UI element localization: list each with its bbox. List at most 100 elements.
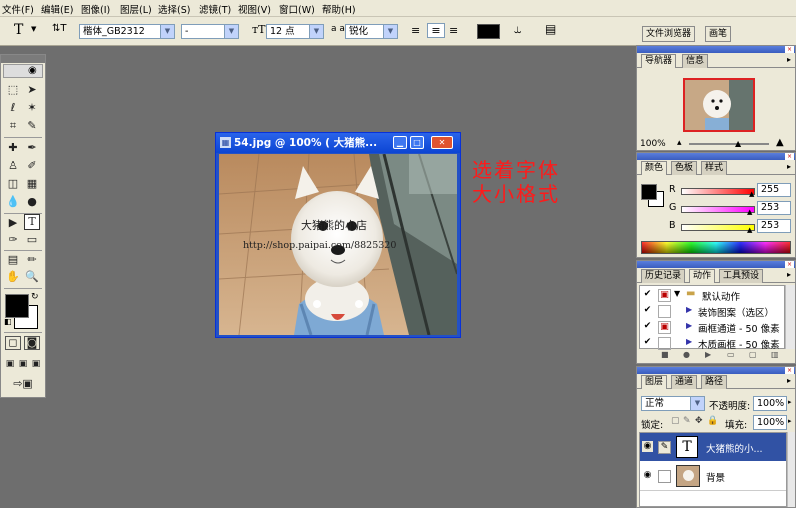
list-item[interactable]: ✔ ▣ ▶ 画框通道 - 50 像素 (640, 319, 784, 335)
fill-arrow-icon[interactable]: ▸ (788, 417, 792, 425)
dialog-toggle-icon[interactable]: ▣ (658, 289, 671, 302)
dialog-toggle-icon[interactable] (658, 305, 671, 318)
menu-window[interactable]: 窗口(W) (279, 2, 315, 16)
menu-help[interactable]: 帮助(H) (322, 2, 356, 16)
text-orientation-icon[interactable]: ⇅T (52, 23, 67, 34)
eraser-tool-icon[interactable]: ◫ (5, 176, 21, 192)
checkmark-icon[interactable]: ✔ (642, 321, 653, 332)
dodge-tool-icon[interactable]: ● (24, 194, 40, 210)
slider-thumb-icon[interactable]: ▲ (747, 208, 752, 216)
channel-value-input[interactable]: 255 (757, 183, 791, 197)
link-toggle-icon[interactable] (658, 470, 671, 483)
new-set-icon[interactable]: ▭ (727, 350, 735, 359)
channel-value-input[interactable]: 253 (757, 219, 791, 233)
close-icon[interactable]: × (785, 261, 794, 268)
zoom-in-icon[interactable]: ▲ (776, 137, 784, 148)
dialog-toggle-icon[interactable] (658, 337, 671, 350)
foreground-color-swatch[interactable] (5, 294, 29, 318)
marquee-tool-icon[interactable]: ⬚ (5, 82, 21, 98)
panel-menu-icon[interactable]: ▸ (787, 55, 791, 64)
brush-link-icon[interactable]: ✎ (658, 441, 671, 454)
palettes-toggle-icon[interactable]: ▤ (545, 22, 556, 36)
lock-transparency-icon[interactable]: ▢ (671, 416, 680, 426)
blend-mode-select[interactable]: 正常 ▼ (641, 396, 705, 411)
opacity-arrow-icon[interactable]: ▸ (788, 398, 792, 406)
menu-filter[interactable]: 滤镜(T) (199, 2, 231, 16)
channel-slider[interactable] (681, 224, 755, 231)
dialog-toggle-icon[interactable]: ▣ (658, 321, 671, 334)
preset-dropdown-arrow-icon[interactable]: ▼ (31, 25, 36, 33)
standard-mode-icon[interactable]: ◻ (5, 336, 21, 350)
text-tool-preset-icon[interactable]: T (14, 22, 23, 38)
panel-title-bar[interactable]: × (637, 153, 795, 160)
fill-input[interactable]: 100% (753, 415, 787, 430)
align-left-icon[interactable]: ≡ (411, 24, 420, 37)
list-item[interactable]: ✔ ▶ 木质画框 - 50 像素 (640, 335, 784, 351)
navigator-thumbnail[interactable] (683, 78, 755, 132)
tab-channels[interactable]: 通道 (671, 375, 698, 389)
zoom-slider[interactable] (689, 143, 769, 145)
tab-styles[interactable]: 样式 (701, 161, 728, 175)
zoom-slider-thumb[interactable]: ▲ (735, 139, 741, 148)
warp-text-icon[interactable]: ⥿ (514, 22, 521, 37)
font-size-select[interactable]: 12 点 ▼ (266, 24, 324, 39)
lasso-tool-icon[interactable]: ℓ (5, 100, 21, 116)
chevron-right-icon[interactable]: ▶ (686, 305, 692, 314)
magic-wand-icon[interactable]: ✶ (24, 100, 40, 116)
panel-title-bar[interactable]: × (637, 367, 795, 374)
align-right-icon[interactable]: ≡ (449, 24, 458, 37)
panel-menu-icon[interactable]: ▸ (787, 162, 791, 171)
lock-all-icon[interactable]: 🔒 (707, 416, 718, 426)
trash-icon[interactable]: ▥ (771, 350, 779, 359)
panel-menu-icon[interactable]: ▸ (787, 270, 791, 279)
eye-icon[interactable]: ◉ (642, 441, 653, 452)
lock-position-icon[interactable]: ✥ (695, 416, 703, 426)
font-style-select[interactable]: - ▼ (181, 24, 239, 39)
maximize-button[interactable]: □ (410, 136, 424, 149)
tab-layers[interactable]: 图层 (641, 375, 668, 389)
history-brush-icon[interactable]: ✐ (24, 158, 40, 174)
menu-view[interactable]: 视图(V) (238, 2, 271, 16)
tab-swatches[interactable]: 色板 (671, 161, 698, 175)
text-color-swatch[interactable] (477, 24, 500, 39)
antialias-select[interactable]: 锐化 ▼ (345, 24, 398, 39)
panel-title-bar[interactable]: × (637, 261, 795, 268)
channel-slider[interactable] (681, 206, 755, 213)
tab-navigator[interactable]: 导航器 (641, 54, 677, 68)
shape-tool-icon[interactable]: ▭ (24, 232, 40, 248)
align-center-icon[interactable]: ≡ (427, 23, 445, 38)
layer-row-background[interactable]: ◉ 背景 (640, 462, 786, 491)
channel-slider[interactable] (681, 188, 755, 195)
layer-row-text[interactable]: ◉ ✎ T 大猪熊的小... (640, 433, 786, 461)
eyedropper-icon[interactable]: ✏ (24, 252, 40, 268)
chevron-right-icon[interactable]: ▶ (686, 321, 692, 330)
menu-file[interactable]: 文件(F) (2, 2, 34, 16)
tab-tool-presets[interactable]: 工具预设 (719, 269, 764, 283)
panel-title-bar[interactable]: × (637, 46, 795, 53)
pen-tool-icon[interactable]: ✑ (5, 232, 21, 248)
blur-tool-icon[interactable]: 💧 (5, 194, 21, 210)
lock-image-icon[interactable]: ✎ (683, 416, 691, 426)
minimize-button[interactable]: ▁ (393, 136, 407, 149)
chevron-right-icon[interactable]: ▶ (686, 337, 692, 346)
jump-to-imageready-icon[interactable]: ⇨▣ (5, 376, 41, 392)
navigator-zoom-value[interactable]: 100% (640, 139, 666, 149)
path-selection-icon[interactable]: ▶ (5, 215, 21, 231)
font-family-select[interactable]: 楷体_GB2312 ▼ (79, 24, 175, 39)
checkmark-icon[interactable]: ✔ (642, 305, 653, 316)
screen-mode-full-menu-icon[interactable]: ▣ (17, 356, 29, 372)
color-foreground-swatch[interactable] (641, 184, 657, 200)
swap-colors-icon[interactable]: ↻ (31, 292, 39, 302)
slider-thumb-icon[interactable]: ▲ (747, 226, 752, 234)
menu-select[interactable]: 选择(S) (158, 2, 190, 16)
document-title-bar[interactable]: ▦ 54.jpg @ 100% ( 大猪熊... ▁ □ ✕ (216, 133, 460, 153)
menu-image[interactable]: 图像(I) (81, 2, 110, 16)
quick-mask-icon[interactable]: ◙ (24, 336, 40, 350)
close-icon[interactable]: × (785, 367, 794, 374)
close-icon[interactable]: × (785, 46, 794, 53)
new-action-icon[interactable]: ▢ (749, 350, 757, 359)
tab-color[interactable]: 颜色 (641, 161, 668, 175)
tab-history[interactable]: 历史记录 (641, 269, 686, 283)
well-tab-brushes[interactable]: 画笔 (705, 26, 732, 42)
opacity-input[interactable]: 100% (753, 396, 787, 411)
